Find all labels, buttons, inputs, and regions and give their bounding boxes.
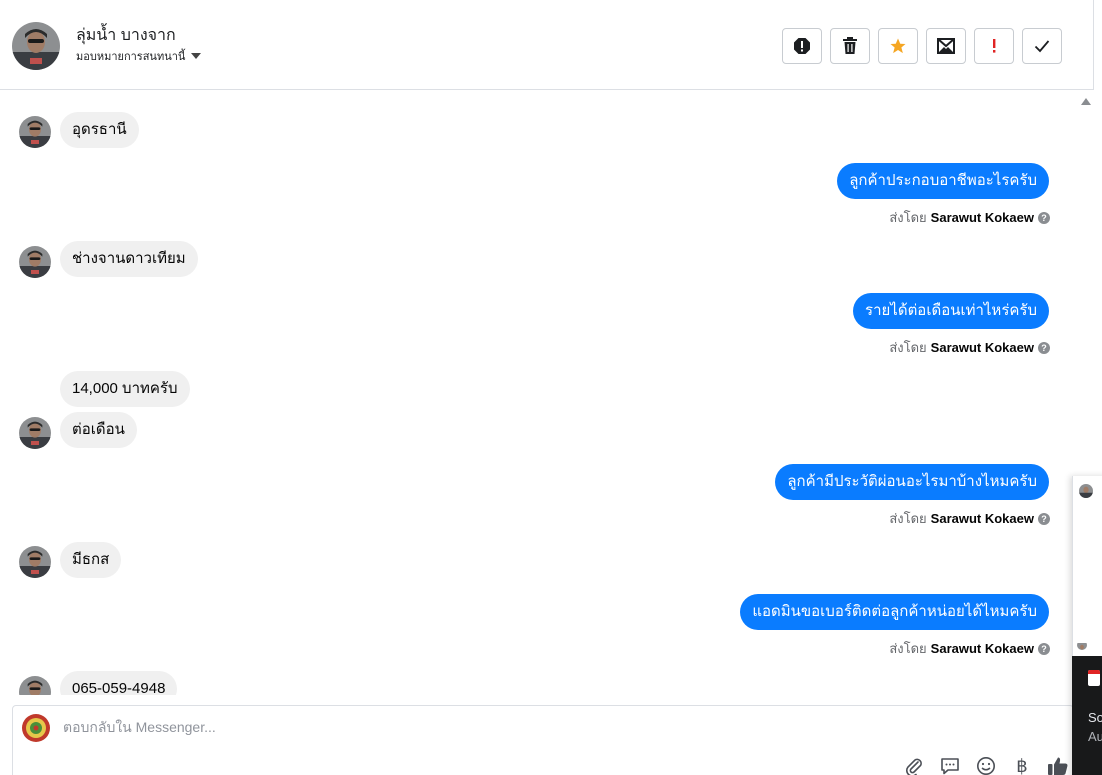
saved-reply-icon xyxy=(941,758,959,775)
sender-name: Sarawut Kokaew xyxy=(930,641,1034,656)
attach-button[interactable] xyxy=(901,753,927,775)
incoming-message[interactable]: 065-059-4948 xyxy=(60,671,178,695)
incoming-message[interactable]: ต่อเดือน xyxy=(60,412,137,448)
sent-by-prefix: ส่งโดย xyxy=(889,210,927,225)
sent-by-line: ส่งโดย Sarawut Kokaew ? xyxy=(889,337,1050,358)
caret-down-icon xyxy=(191,53,202,59)
like-button[interactable] xyxy=(1045,753,1071,775)
sent-by-prefix: ส่งโดย xyxy=(889,641,927,656)
star-icon xyxy=(890,38,906,54)
paperclip-icon xyxy=(906,758,922,775)
scroll-up-arrow-icon[interactable] xyxy=(1081,98,1091,105)
sender-name: Sarawut Kokaew xyxy=(930,340,1034,355)
payment-button[interactable]: ฿ xyxy=(1009,753,1035,775)
alert-octagon-icon xyxy=(794,38,810,54)
emoji-button[interactable] xyxy=(973,753,999,775)
outgoing-message[interactable]: แอดมินขอเบอร์ติดต่อลูกค้าหน่อยได้ไหมครับ xyxy=(740,594,1049,630)
reply-input[interactable] xyxy=(61,718,865,736)
saved-replies-button[interactable] xyxy=(937,753,963,775)
popup-avatar xyxy=(1079,484,1093,498)
message-thread[interactable]: อุดรธานี ลูกค้าประกอบอาชีพอะไรครับ ส่งโด… xyxy=(0,91,1072,695)
thumbs-up-icon xyxy=(1048,757,1068,775)
incoming-message[interactable]: อุดรธานี xyxy=(60,112,139,148)
sender-avatar[interactable] xyxy=(19,417,51,449)
sent-by-line: ส่งโดย Sarawut Kokaew ? xyxy=(889,207,1050,228)
outgoing-message[interactable]: ลูกค้าประกอบอาชีพอะไรครับ xyxy=(837,163,1049,199)
incoming-message[interactable]: 14,000 บาทครับ xyxy=(60,371,190,407)
composer-tools: ฿ xyxy=(901,753,1071,775)
exclamation-icon xyxy=(993,39,996,53)
sent-by-prefix: ส่งโดย xyxy=(889,340,927,355)
sent-by-prefix: ส่งโดย xyxy=(889,511,927,526)
star-button[interactable] xyxy=(878,28,918,64)
help-icon[interactable]: ? xyxy=(1038,341,1050,354)
help-icon[interactable]: ? xyxy=(1038,642,1050,655)
incoming-message[interactable]: ช่างจานดาวเทียม xyxy=(60,241,198,277)
assign-conversation-dropdown[interactable]: มอบหมายการสนทนานี้ xyxy=(76,47,202,65)
sender-name: Sarawut Kokaew xyxy=(930,210,1034,225)
messenger-inbox: ลุ่มน้ำ บางจาก มอบหมายการสนทนานี้ อุดรธา… xyxy=(0,0,1102,775)
page-avatar-icon xyxy=(22,714,50,742)
conversation-toolbar xyxy=(782,28,1062,64)
check-icon xyxy=(1034,40,1050,53)
popup-mini-avatar xyxy=(1077,640,1087,650)
contact-avatar[interactable] xyxy=(12,22,60,70)
sender-avatar[interactable] xyxy=(19,676,51,695)
popup-text-line1: So xyxy=(1088,710,1102,725)
conversation-header: ลุ่มน้ำ บางจาก มอบหมายการสนทนานี้ xyxy=(0,0,1094,90)
delete-button[interactable] xyxy=(830,28,870,64)
emoji-icon xyxy=(977,757,995,775)
calendar-icon xyxy=(1088,670,1100,686)
mark-done-button[interactable] xyxy=(1022,28,1062,64)
sender-avatar[interactable] xyxy=(19,246,51,278)
sent-by-line: ส่งโดย Sarawut Kokaew ? xyxy=(889,508,1050,529)
outgoing-message[interactable]: รายได้ต่อเดือนเท่าไหร่ครับ xyxy=(853,293,1049,329)
mark-unread-button[interactable] xyxy=(926,28,966,64)
baht-icon: ฿ xyxy=(1016,755,1028,775)
help-icon[interactable]: ? xyxy=(1038,211,1050,224)
sender-avatar[interactable] xyxy=(19,546,51,578)
sent-by-line: ส่งโดย Sarawut Kokaew ? xyxy=(889,638,1050,659)
sender-name: Sarawut Kokaew xyxy=(930,511,1034,526)
flag-important-button[interactable] xyxy=(974,28,1014,64)
notification-popup[interactable]: So Au xyxy=(1072,656,1102,775)
trash-icon xyxy=(843,37,857,54)
assign-label: มอบหมายการสนทนานี้ xyxy=(76,51,186,63)
reply-composer: ฿ xyxy=(12,705,1074,775)
help-icon[interactable]: ? xyxy=(1038,512,1050,525)
spam-button[interactable] xyxy=(782,28,822,64)
envelope-icon xyxy=(937,38,955,54)
outgoing-message[interactable]: ลูกค้ามีประวัติผ่อนอะไรมาบ้างไหมครับ xyxy=(775,464,1049,500)
popup-text-line2: Au xyxy=(1088,729,1102,744)
incoming-message[interactable]: มีธกส xyxy=(60,542,122,578)
sender-avatar[interactable] xyxy=(19,116,51,148)
contact-name: ลุ่มน้ำ บางจาก xyxy=(76,27,176,44)
